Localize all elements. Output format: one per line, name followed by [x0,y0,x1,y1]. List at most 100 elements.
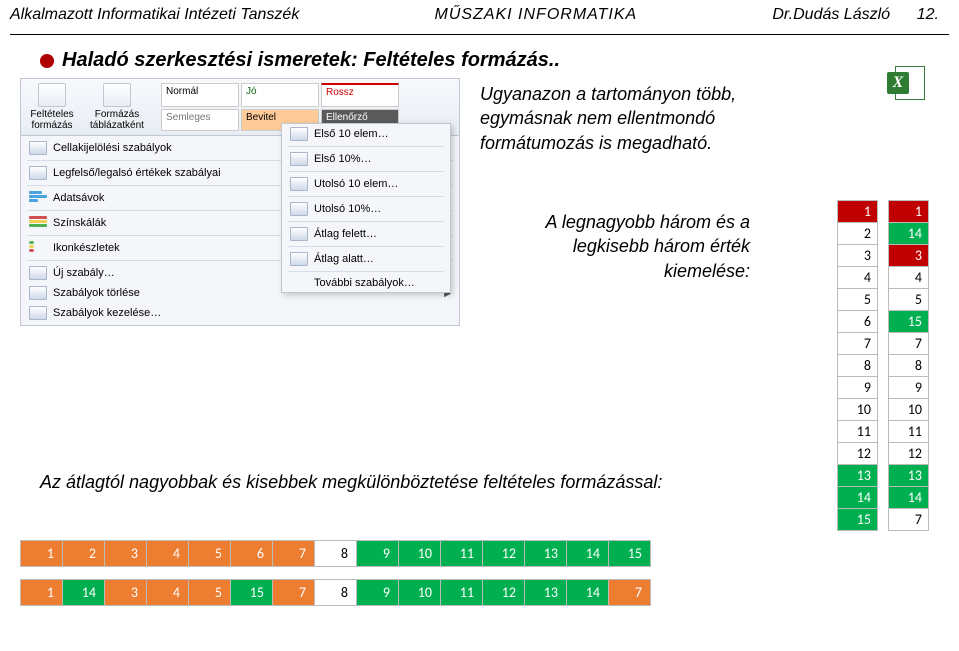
bottom10pct-icon [290,202,308,216]
table-cell: 4 [889,267,929,289]
table-cell: 6 [838,311,878,333]
table-cell: 8 [838,355,878,377]
table-cell: 12 [838,443,878,465]
table-cell: 5 [838,289,878,311]
submenu-bottom10pct[interactable]: Utolsó 10%… [282,199,450,219]
style-good[interactable]: Jó [241,83,319,107]
ribbon-label: Feltételes formázás [27,109,77,131]
table-cell: 7 [609,580,651,606]
row-table-1: 123456789101112131415 [20,540,651,567]
header-center: MŰSZAKI INFORMATIKA [434,6,637,24]
table-cell: 1 [889,201,929,223]
submenu-top10pct[interactable]: Első 10%… [282,149,450,169]
menu-separator [288,171,444,172]
table-cell: 9 [889,377,929,399]
menu-label: Szabályok törlése [53,287,140,299]
ribbon-format-table[interactable]: Formázás táblázatként [87,83,147,131]
submenu-above-avg[interactable]: Átlag felett… [282,224,450,244]
table-cell: 7 [889,333,929,355]
table-cell: 15 [889,311,929,333]
table-cell: 4 [147,580,189,606]
excel-app-icon: X [885,64,929,104]
menu-label: Utolsó 10%… [314,203,381,215]
menu-separator [288,271,444,272]
table-cell: 3 [889,245,929,267]
table-cell: 7 [889,509,929,531]
table-cell: 13 [525,541,567,567]
menu-label: Utolsó 10 elem… [314,178,398,190]
menu-label: Szabályok kezelése… [53,307,161,319]
table-cell: 14 [567,541,609,567]
table-cell: 13 [889,465,929,487]
top10pct-icon [290,152,308,166]
table-cell: 5 [189,541,231,567]
submenu-more-rules[interactable]: További szabályok… [282,274,450,292]
table-cell: 10 [889,399,929,421]
table-cell: 8 [315,580,357,606]
menu-label: Átlag felett… [314,228,377,240]
style-neutral[interactable]: Semleges [161,109,239,132]
table-cell: 11 [441,541,483,567]
menu-label: Legfelső/legalsó értékek szabályai [53,167,221,179]
menu-label: Első 10 elem… [314,128,389,140]
table-cell: 1 [21,541,63,567]
row-table-2: 1143451578910111213147 [20,579,651,606]
clear-rules-icon [29,286,47,300]
style-bad[interactable]: Rossz [321,83,399,107]
manage-rules-icon [29,306,47,320]
conditional-format-icon [38,83,66,107]
table-cell: 6 [231,541,273,567]
table-cell: 1 [838,201,878,223]
table-cell: 11 [838,421,878,443]
table-cell: 14 [889,223,929,245]
header-left: Alkalmazott Informatikai Intézeti Tanszé… [10,6,299,24]
table-cell: 2 [838,223,878,245]
ribbon-conditional-format[interactable]: Feltételes formázás [27,83,77,131]
submenu-top10items[interactable]: Első 10 elem… [282,124,450,144]
header-author: Dr.Dudás László [772,6,890,23]
table-cell: 9 [357,580,399,606]
table-cell: 7 [838,333,878,355]
column-table-left: 123456789101112131415 [837,200,878,531]
menu-label: Átlag alatt… [314,253,374,265]
bottom-caption: Az átlagtól nagyobbak és kisebbek megkül… [40,470,662,494]
excel-menu-screenshot: Feltételes formázás Formázás táblázatkén… [20,78,460,326]
table-cell: 14 [838,487,878,509]
horizontal-tables: 123456789101112131415 114345157891011121… [20,540,651,618]
table-cell: 3 [838,245,878,267]
menu-label: Adatsávok [53,192,104,204]
menu-manage-rules[interactable]: Szabályok kezelése… [21,303,459,323]
table-cell: 7 [273,541,315,567]
table-cell: 14 [889,487,929,509]
submenu-below-avg[interactable]: Átlag alatt… [282,249,450,269]
table-cell: 12 [889,443,929,465]
bottom10-icon [290,177,308,191]
table-cell: 10 [399,580,441,606]
header: Alkalmazott Informatikai Intézeti Tanszé… [0,0,959,34]
table-cell: 15 [231,580,273,606]
table-cell: 13 [838,465,878,487]
table-cell: 15 [609,541,651,567]
iconset-icon [29,241,47,255]
submenu-topbottom: Első 10 elem… Első 10%… Utolsó 10 elem… … [281,123,451,293]
table-cell: 5 [189,580,231,606]
submenu-bottom10items[interactable]: Utolsó 10 elem… [282,174,450,194]
menu-separator [288,221,444,222]
header-page: 12. [917,6,939,23]
table-cell: 9 [838,377,878,399]
table-cell: 3 [105,580,147,606]
intro-text: Ugyanazon a tartományon több, egymásnak … [480,82,780,326]
new-rule-icon [29,266,47,280]
table-cell: 5 [889,289,929,311]
menu-separator [288,146,444,147]
table-cell: 15 [838,509,878,531]
menu-separator [288,246,444,247]
menu-label: Cellakijelölési szabályok [53,142,172,154]
table-cell: 8 [315,541,357,567]
table-cell: 3 [105,541,147,567]
bullet-icon [40,54,54,68]
table-cell: 2 [63,541,105,567]
table-cell: 4 [838,267,878,289]
title-row: Haladó szerkesztési ismeretek: Feltétele… [40,49,939,72]
style-normal[interactable]: Normál [161,83,239,107]
